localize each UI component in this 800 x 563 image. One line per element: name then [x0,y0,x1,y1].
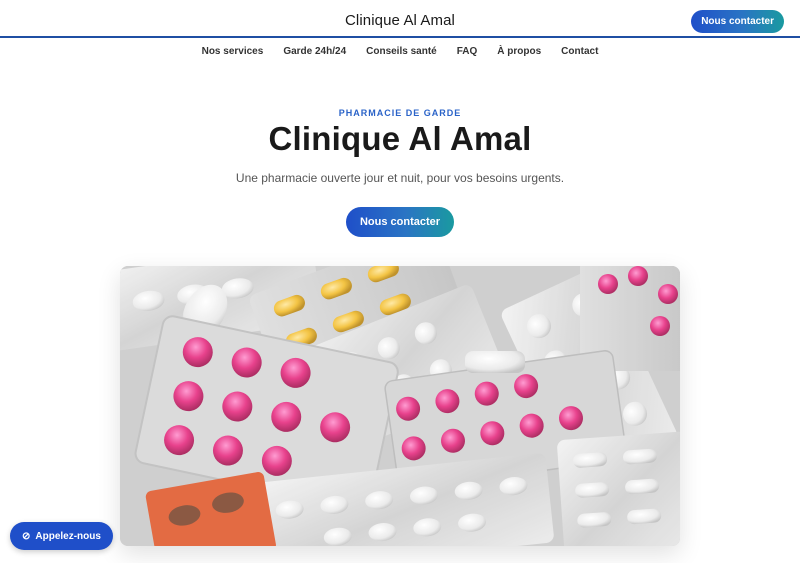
call-us-label: Appelez-nous [35,530,101,542]
site-brand[interactable]: Clinique Al Amal [0,12,800,29]
hero-eyebrow: PHARMACIE DE GARDE [338,108,462,118]
nav-item-conseils[interactable]: Conseils santé [356,46,447,57]
site-header: Clinique Al Amal Nous contacter [0,0,800,38]
call-us-button[interactable]: ⊘ Appelez-nous [10,522,113,550]
hero-contact-button[interactable]: Nous contacter [346,207,454,237]
header-contact-button[interactable]: Nous contacter [691,10,784,33]
nav-item-garde[interactable]: Garde 24h/24 [273,46,356,57]
hero-subtitle: Une pharmacie ouverte jour et nuit, pour… [235,171,565,185]
phone-slash-icon: ⊘ [22,530,31,542]
main-nav: Nos services Garde 24h/24 Conseils santé… [0,46,800,57]
nav-item-services[interactable]: Nos services [192,46,274,57]
nav-item-contact[interactable]: Contact [551,46,608,57]
hero-title: Clinique Al Amal [268,120,532,157]
nav-item-apropos[interactable]: À propos [487,46,551,57]
hero-image [120,266,680,546]
nav-item-faq[interactable]: FAQ [447,46,488,57]
